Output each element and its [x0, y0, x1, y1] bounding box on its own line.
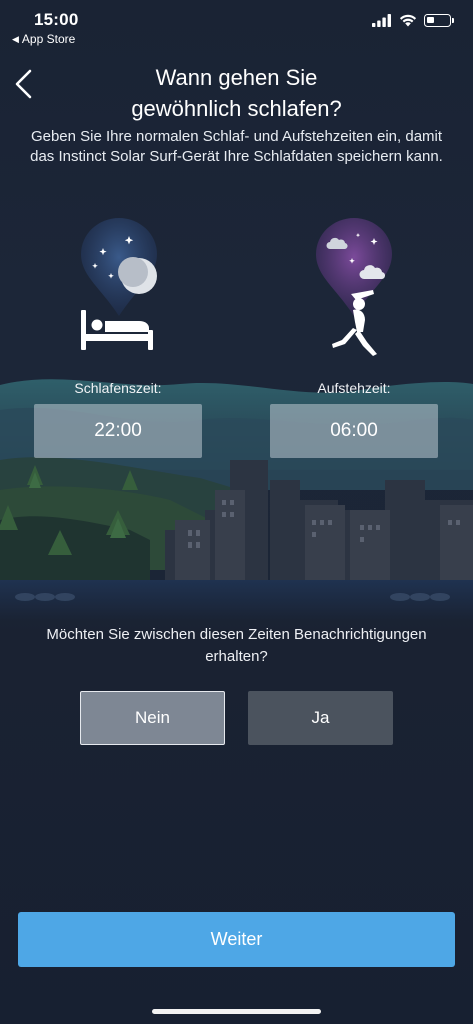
sleep-time-picker[interactable]: 22:00: [34, 404, 202, 458]
back-triangle-icon: ◀: [12, 33, 19, 44]
home-indicator[interactable]: [152, 1009, 321, 1014]
no-button-label: Nein: [135, 708, 170, 727]
wifi-icon: [399, 14, 417, 27]
yes-button-label: Ja: [311, 708, 330, 727]
title-line-2: gewöhnlich schlafen?: [131, 96, 342, 121]
sleep-time-label: Schlafenszeit:: [74, 380, 162, 396]
title-line-1: Wann gehen Sie: [155, 65, 318, 90]
signal-icon: [372, 14, 391, 27]
no-button[interactable]: Nein: [80, 691, 225, 745]
chevron-left-icon: [15, 69, 32, 99]
night-sky-icon: [81, 218, 157, 316]
status-icons: [372, 14, 454, 27]
status-time: 15:00: [34, 10, 79, 29]
bed-icon: [81, 310, 153, 350]
page-title: Wann gehen Sie gewöhnlich schlafen?: [60, 62, 413, 124]
yes-button[interactable]: Ja: [248, 691, 393, 745]
sleep-time-value: 22:00: [94, 420, 142, 441]
back-app-label: App Store: [21, 32, 76, 46]
stretching-person-icon: [332, 290, 377, 356]
page-subtitle: Geben Sie Ihre normalen Schlaf- und Aufs…: [30, 128, 443, 165]
wake-time-label: Aufstehzeit:: [317, 380, 391, 396]
sleep-setup-screen: 15:00 ◀ App Store Wann gehen Sie gewöhnl…: [0, 0, 473, 1024]
landscape-illustration: [0, 379, 473, 620]
back-button[interactable]: [12, 68, 38, 100]
continue-button-label: Weiter: [210, 929, 263, 949]
battery-icon: [424, 14, 454, 27]
wake-time-picker[interactable]: 06:00: [270, 404, 438, 458]
back-to-app-store[interactable]: ◀ App Store: [12, 32, 75, 46]
continue-button[interactable]: Weiter: [18, 912, 455, 967]
wake-time-value: 06:00: [330, 420, 378, 441]
notification-question: Möchten Sie zwischen diesen Zeiten Benac…: [46, 626, 427, 665]
